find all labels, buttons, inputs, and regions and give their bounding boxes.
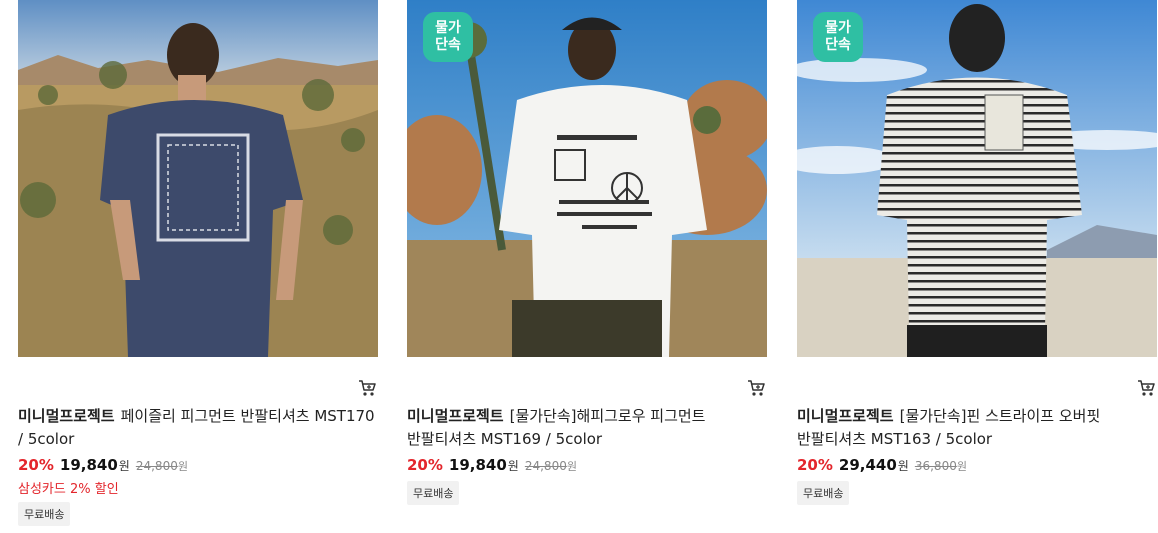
product-card[interactable]: 물가 단속 미니멀프로젝트 [물가단속]핀 스트라이프 오버핏 반팔티셔츠 MST…	[797, 0, 1157, 505]
original-price-unit: 원	[177, 460, 188, 473]
original-price: 24,800	[524, 459, 567, 473]
original-price-unit: 원	[566, 460, 577, 473]
product-image[interactable]	[18, 0, 378, 357]
product-card[interactable]: 물가 단속 미니멀프로젝트 [물가단속]해피그로우 피그먼트 반팔티셔츠 MST1…	[407, 0, 767, 505]
price-row: 20% 19,840원 24,800원	[407, 455, 767, 477]
brand-name: 미니멀프로젝트	[18, 407, 115, 425]
free-shipping-tag: 무료배송	[18, 502, 71, 526]
original-price-unit: 원	[956, 460, 967, 473]
price-row: 20% 29,440원 36,800원	[797, 455, 1157, 477]
original-price: 24,800	[135, 459, 178, 473]
price-row: 20% 19,840원 24,800원	[18, 455, 378, 477]
brand-name: 미니멀프로젝트	[407, 407, 504, 425]
discount-rate: 20%	[407, 456, 443, 474]
discount-rate: 20%	[797, 456, 833, 474]
original-price: 36,800	[914, 459, 957, 473]
product-image[interactable]: 물가 단속	[797, 0, 1157, 357]
card-discount-text: 삼성카드 2% 할인	[18, 482, 119, 497]
product-title[interactable]: 미니멀프로젝트 [물가단속]해피그로우 피그먼트 반팔티셔츠 MST169 / 5…	[407, 405, 767, 451]
sale-price: 19,840	[59, 456, 118, 474]
price-crackdown-badge: 물가 단속	[423, 12, 473, 62]
product-title[interactable]: 미니멀프로젝트 페이즐리 피그먼트 반팔티셔츠 MST170 / 5color	[18, 405, 378, 451]
product-card[interactable]: 미니멀프로젝트 페이즐리 피그먼트 반팔티셔츠 MST170 / 5color 2…	[18, 0, 378, 526]
product-photo-desert	[18, 0, 378, 357]
product-title[interactable]: 미니멀프로젝트 [물가단속]핀 스트라이프 오버핏 반팔티셔츠 MST163 / …	[797, 405, 1157, 451]
free-shipping-tag: 무료배송	[407, 481, 460, 505]
price-unit: 원	[507, 459, 519, 473]
price-crackdown-badge: 물가 단속	[813, 12, 863, 62]
sale-price: 19,840	[448, 456, 507, 474]
free-shipping-tag: 무료배송	[797, 481, 850, 505]
brand-name: 미니멀프로젝트	[797, 407, 894, 425]
sale-price: 29,440	[838, 456, 897, 474]
price-unit: 원	[897, 459, 909, 473]
product-grid: 미니멀프로젝트 페이즐리 피그먼트 반팔티셔츠 MST170 / 5color 2…	[0, 0, 1158, 533]
discount-rate: 20%	[18, 456, 54, 474]
product-image[interactable]: 물가 단속	[407, 0, 767, 357]
cart-icon[interactable]	[747, 379, 765, 397]
cart-icon[interactable]	[358, 379, 376, 397]
price-unit: 원	[118, 459, 130, 473]
cart-icon[interactable]	[1137, 379, 1155, 397]
